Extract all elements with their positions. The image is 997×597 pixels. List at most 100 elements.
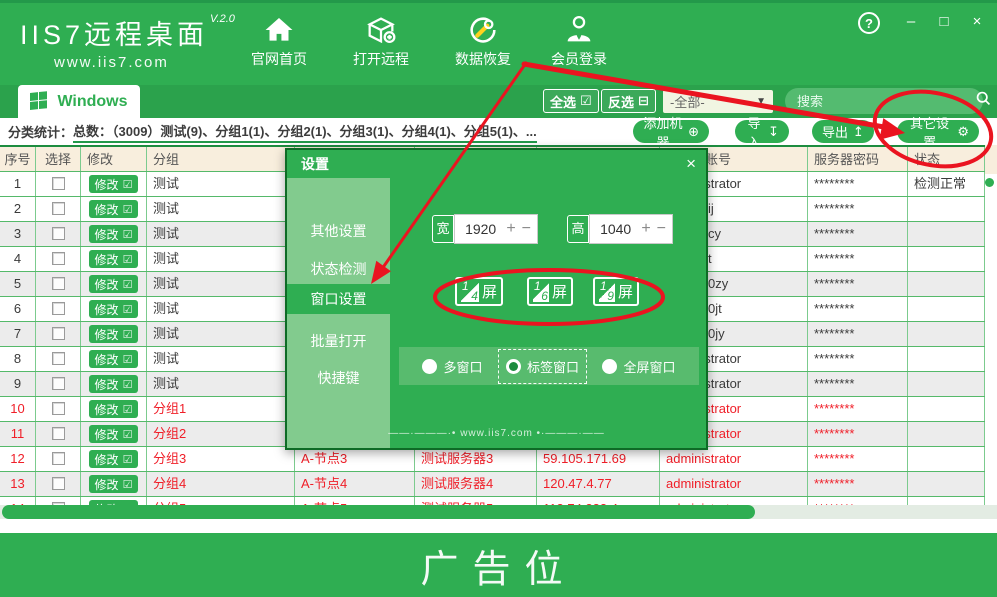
import-button[interactable]: 导入 ↧ [735, 120, 789, 143]
modify-button[interactable]: 修改☑ [89, 175, 139, 193]
modify-button[interactable]: 修改☑ [89, 325, 139, 343]
tab-bar: Windows 全选 ☑ 反选 ⊟ -全部- ▼ [0, 85, 997, 118]
column-header: 修改 [81, 147, 147, 171]
row-checkbox[interactable] [52, 377, 65, 390]
width-increment-button[interactable]: + [506, 221, 515, 237]
edit-check-icon: ☑ [123, 353, 133, 366]
row-checkbox[interactable] [52, 227, 65, 240]
sidebar-item-batch-open[interactable]: 批量打开 [287, 326, 390, 356]
height-decrement-button[interactable]: − [657, 221, 666, 237]
logo-version: V.2.0 [210, 13, 235, 25]
row-checkbox[interactable] [52, 177, 65, 190]
tab-windows[interactable]: Windows [18, 85, 140, 118]
help-icon[interactable]: ? [858, 12, 880, 34]
export-button[interactable]: 导出 ↥ [812, 120, 874, 143]
nav-home[interactable]: 官网首页 [239, 13, 319, 69]
cell-modify: 修改☑ [81, 347, 147, 371]
vertical-scrollbar[interactable] [985, 145, 997, 519]
sidebar-item-other-settings[interactable]: 其他设置 [287, 216, 390, 246]
cell-no: 11 [0, 422, 36, 446]
invert-select-button[interactable]: 反选 ⊟ [601, 89, 656, 113]
close-button[interactable]: × [966, 12, 988, 34]
nav-open-remote[interactable]: 打开远程 [341, 13, 421, 69]
modify-button[interactable]: 修改☑ [89, 350, 139, 368]
sidebar-item-window-settings[interactable]: 窗口设置 [287, 284, 390, 314]
member-login-person-icon [539, 13, 619, 49]
import-icon: ↧ [768, 124, 779, 140]
select-all-button[interactable]: 全选 ☑ [543, 89, 599, 113]
row-checkbox[interactable] [52, 452, 65, 465]
row-checkbox[interactable] [52, 202, 65, 215]
modify-button[interactable]: 修改☑ [89, 200, 139, 218]
cell-no: 10 [0, 397, 36, 421]
column-header: 状态 [908, 147, 985, 171]
modify-button[interactable]: 修改☑ [89, 275, 139, 293]
height-value[interactable]: 1040 [596, 221, 635, 237]
cell-no: 4 [0, 247, 36, 271]
width-decrement-button[interactable]: − [522, 221, 531, 237]
nav-data-recovery[interactable]: 数据恢复 [443, 13, 523, 69]
cell-group: 测试 [147, 272, 295, 296]
row-checkbox[interactable] [52, 252, 65, 265]
modify-button[interactable]: 修改☑ [89, 225, 139, 243]
row-checkbox[interactable] [52, 302, 65, 315]
cell-modify: 修改☑ [81, 372, 147, 396]
radio-fullscreen-window[interactable]: 全屏窗口 [602, 357, 675, 376]
ninth-screen-button[interactable]: 19 屏 [593, 277, 639, 306]
modify-button[interactable]: 修改☑ [89, 425, 139, 443]
settings-dialog: 设置 × 其他设置 状态检测 窗口设置 批量打开 快捷键 宽 1920 + − … [285, 148, 708, 450]
modify-button[interactable]: 修改☑ [89, 475, 139, 493]
minimize-button[interactable]: – [900, 12, 922, 34]
edit-check-icon: ☑ [123, 178, 133, 191]
nav-member-login[interactable]: 会员登录 [539, 13, 619, 69]
edit-check-icon: ☑ [123, 203, 133, 216]
column-header: 分组 [147, 147, 295, 171]
row-checkbox[interactable] [52, 352, 65, 365]
radio-tab-window[interactable]: 标签窗口 [506, 357, 579, 376]
cell-status [908, 447, 985, 471]
mode-label: 标签窗口 [527, 357, 579, 376]
row-checkbox[interactable] [52, 402, 65, 415]
modify-button[interactable]: 修改☑ [89, 400, 139, 418]
radio-multi-window[interactable]: 多窗口 [422, 357, 482, 376]
edit-check-icon: ☑ [123, 378, 133, 391]
modify-button[interactable]: 修改☑ [89, 300, 139, 318]
other-settings-button[interactable]: 其它设置 ⚙ [897, 120, 979, 143]
vertical-scrollbar-thumb[interactable] [985, 178, 994, 187]
modify-button[interactable]: 修改☑ [89, 450, 139, 468]
row-checkbox[interactable] [52, 477, 65, 490]
cell-modify: 修改☑ [81, 447, 147, 471]
quarter-screen-button[interactable]: 14 屏 [455, 277, 503, 306]
cell-check [36, 397, 81, 421]
row-checkbox[interactable] [52, 327, 65, 340]
cell-status [908, 347, 985, 371]
search-input[interactable] [795, 93, 975, 110]
modify-button[interactable]: 修改☑ [89, 250, 139, 268]
cell-ip: 59.105.171.69 [537, 447, 660, 471]
sidebar-item-status-check[interactable]: 状态检测 [287, 254, 390, 284]
row-checkbox[interactable] [52, 277, 65, 290]
cell-password: ******** [808, 372, 908, 396]
modify-button[interactable]: 修改☑ [89, 375, 139, 393]
cell-check [36, 272, 81, 296]
select-all-label: 全选 [550, 92, 576, 111]
horizontal-scrollbar-thumb[interactable] [2, 505, 755, 519]
cell-status [908, 372, 985, 396]
group-filter-dropdown[interactable]: -全部- ▼ [663, 90, 773, 113]
remote-cube-icon [341, 13, 421, 49]
filter-value: -全部- [670, 92, 705, 111]
search-icon[interactable] [975, 90, 992, 112]
cell-remark: 测试服务器4 [415, 472, 537, 496]
horizontal-scrollbar[interactable] [0, 505, 997, 519]
sixth-screen-button[interactable]: 16 屏 [527, 277, 573, 306]
top-bar: IIS7远程桌面V.2.0 www.iis7.com 官网首页 打开远程 数据恢… [0, 0, 997, 85]
add-machine-button[interactable]: 添加机器 ⊕ [633, 120, 709, 143]
width-value[interactable]: 1920 [461, 221, 500, 237]
sidebar-item-hotkeys[interactable]: 快捷键 [287, 363, 390, 393]
column-header: 序号 [0, 147, 36, 171]
row-checkbox[interactable] [52, 427, 65, 440]
height-increment-button[interactable]: + [641, 221, 650, 237]
screen-suffix: 屏 [552, 281, 567, 302]
maximize-button[interactable]: □ [933, 12, 955, 34]
dialog-close-icon[interactable]: × [686, 154, 696, 174]
